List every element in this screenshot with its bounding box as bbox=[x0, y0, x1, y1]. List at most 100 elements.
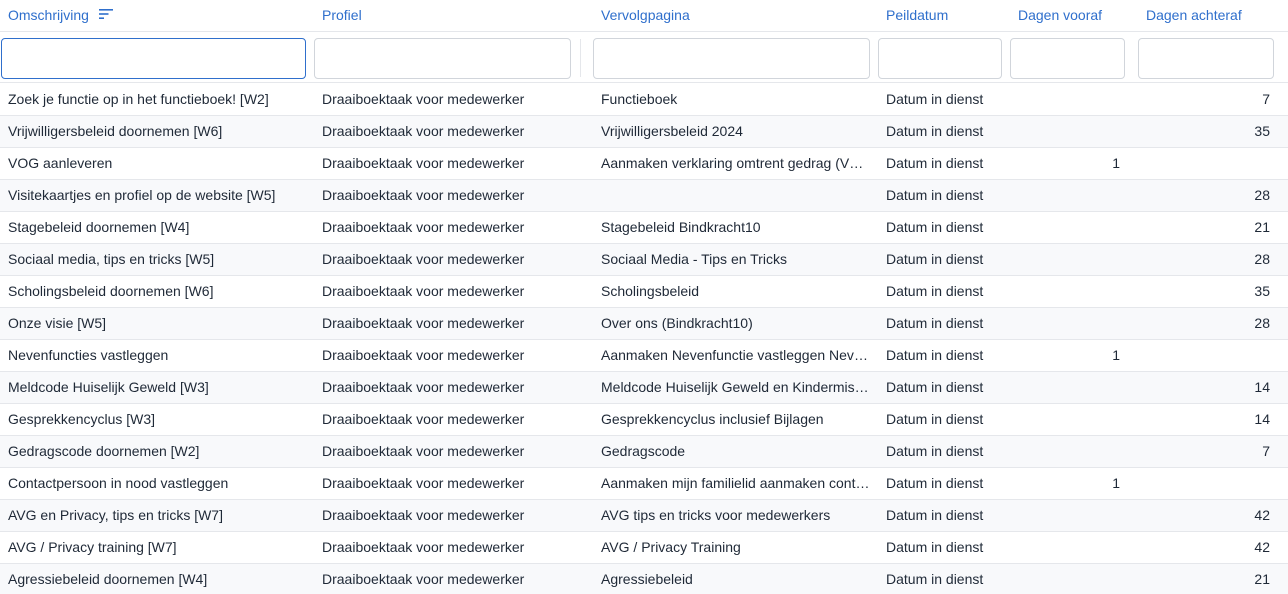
cell-peildatum: Datum in dienst bbox=[886, 347, 984, 363]
filter-input-omschrijving[interactable] bbox=[1, 38, 306, 79]
table-row[interactable]: Zoek je functie op in het functieboek! [… bbox=[0, 84, 1288, 116]
cell-peildatum: Datum in dienst bbox=[886, 123, 984, 139]
cell-peildatum: Datum in dienst bbox=[886, 475, 984, 491]
column-header-profiel[interactable]: Profiel bbox=[322, 0, 362, 32]
cell-vervolgpagina: Agressiebeleid bbox=[601, 571, 693, 587]
cell-dagen-vooraf bbox=[1010, 212, 1120, 243]
cell-dagen-achteraf: 7 bbox=[1262, 91, 1270, 107]
cell-omschrijving: Agressiebeleid doornemen [W4] bbox=[8, 571, 208, 587]
table-row[interactable]: Gedragscode doornemen [W2] Draaiboektaak… bbox=[0, 436, 1288, 468]
cell-vervolgpagina: Stagebeleid Bindkracht10 bbox=[601, 219, 761, 235]
cell-profiel: Draaiboektaak voor medewerker bbox=[322, 571, 525, 587]
cell-vervolgpagina: Meldcode Huiselijk Geweld en Kindermisha… bbox=[601, 379, 871, 395]
cell-dagen-vooraf bbox=[1010, 564, 1120, 594]
table-row[interactable]: AVG / Privacy training [W7] Draaiboektaa… bbox=[0, 532, 1288, 564]
cell-omschrijving: Zoek je functie op in het functieboek! [… bbox=[8, 91, 269, 107]
cell-dagen-achteraf: 28 bbox=[1254, 251, 1270, 267]
table-row[interactable]: Sociaal media, tips en tricks [W5] Draai… bbox=[0, 244, 1288, 276]
cell-profiel: Draaiboektaak voor medewerker bbox=[322, 219, 525, 235]
cell-profiel: Draaiboektaak voor medewerker bbox=[322, 315, 525, 331]
column-header-label: Omschrijving bbox=[8, 7, 89, 23]
cell-vervolgpagina bbox=[601, 180, 871, 211]
cell-dagen-achteraf: 21 bbox=[1254, 571, 1270, 587]
filter-input-dagen-vooraf[interactable] bbox=[1010, 38, 1125, 79]
column-header-vervolgpagina[interactable]: Vervolgpagina bbox=[601, 0, 690, 32]
cell-dagen-achteraf: 14 bbox=[1254, 411, 1270, 427]
cell-dagen-vooraf: 1 bbox=[1112, 347, 1120, 363]
cell-omschrijving: Contactpersoon in nood vastleggen bbox=[8, 475, 229, 491]
filter-input-peildatum[interactable] bbox=[878, 38, 1002, 79]
table-row[interactable]: Gesprekkencyclus [W3] Draaiboektaak voor… bbox=[0, 404, 1288, 436]
column-header-dagen-vooraf[interactable]: Dagen vooraf bbox=[1018, 0, 1102, 32]
filter-input-vervolgpagina[interactable] bbox=[593, 38, 870, 79]
cell-peildatum: Datum in dienst bbox=[886, 219, 984, 235]
cell-dagen-vooraf: 1 bbox=[1112, 155, 1120, 171]
cell-dagen-vooraf: 1 bbox=[1112, 475, 1120, 491]
cell-dagen-achteraf: 42 bbox=[1254, 507, 1270, 523]
cell-omschrijving: Scholingsbeleid doornemen [W6] bbox=[8, 283, 214, 299]
cell-omschrijving: VOG aanleveren bbox=[8, 155, 113, 171]
cell-omschrijving: Vrijwilligersbeleid doornemen [W6] bbox=[8, 123, 223, 139]
filter-row bbox=[0, 33, 1288, 83]
cell-dagen-vooraf bbox=[1010, 404, 1120, 435]
cell-omschrijving: Gedragscode doornemen [W2] bbox=[8, 443, 200, 459]
cell-vervolgpagina: Aanmaken mijn familielid aanmaken contac… bbox=[601, 475, 871, 491]
cell-dagen-vooraf bbox=[1010, 436, 1120, 467]
table-row[interactable]: Meldcode Huiselijk Geweld [W3] Draaiboek… bbox=[0, 372, 1288, 404]
cell-peildatum: Datum in dienst bbox=[886, 571, 984, 587]
cell-vervolgpagina: Over ons (Bindkracht10) bbox=[601, 315, 753, 331]
cell-profiel: Draaiboektaak voor medewerker bbox=[322, 251, 525, 267]
cell-peildatum: Datum in dienst bbox=[886, 411, 984, 427]
column-divider bbox=[580, 39, 581, 77]
cell-profiel: Draaiboektaak voor medewerker bbox=[322, 155, 525, 171]
column-header-omschrijving[interactable]: Omschrijving bbox=[8, 0, 113, 32]
cell-dagen-vooraf bbox=[1010, 500, 1120, 531]
cell-dagen-vooraf bbox=[1010, 116, 1120, 147]
column-header-dagen-achteraf[interactable]: Dagen achteraf bbox=[1146, 0, 1242, 32]
column-header-label: Profiel bbox=[322, 7, 362, 23]
cell-dagen-achteraf bbox=[1140, 468, 1270, 499]
cell-omschrijving: Sociaal media, tips en tricks [W5] bbox=[8, 251, 215, 267]
cell-omschrijving: Nevenfuncties vastleggen bbox=[8, 347, 169, 363]
table-row[interactable]: AVG en Privacy, tips en tricks [W7] Draa… bbox=[0, 500, 1288, 532]
cell-dagen-achteraf: 42 bbox=[1254, 539, 1270, 555]
cell-dagen-achteraf: 14 bbox=[1254, 379, 1270, 395]
cell-vervolgpagina: Functieboek bbox=[601, 91, 678, 107]
cell-profiel: Draaiboektaak voor medewerker bbox=[322, 123, 525, 139]
cell-dagen-vooraf bbox=[1010, 372, 1120, 403]
table-row[interactable]: Stagebeleid doornemen [W4] Draaiboektaak… bbox=[0, 212, 1288, 244]
cell-omschrijving: Stagebeleid doornemen [W4] bbox=[8, 219, 190, 235]
table-row[interactable]: Scholingsbeleid doornemen [W6] Draaiboek… bbox=[0, 276, 1288, 308]
cell-dagen-achteraf: 28 bbox=[1254, 315, 1270, 331]
table-row[interactable]: Onze visie [W5] Draaiboektaak voor medew… bbox=[0, 308, 1288, 340]
cell-profiel: Draaiboektaak voor medewerker bbox=[322, 443, 525, 459]
task-grid: Omschrijving Profiel Vervolgpagina Peild… bbox=[0, 0, 1288, 594]
cell-peildatum: Datum in dienst bbox=[886, 507, 984, 523]
column-header-label: Peildatum bbox=[886, 7, 949, 23]
filter-input-profiel[interactable] bbox=[314, 38, 571, 79]
cell-dagen-achteraf bbox=[1140, 148, 1270, 179]
table-body: Zoek je functie op in het functieboek! [… bbox=[0, 84, 1288, 594]
table-row[interactable]: Nevenfuncties vastleggen Draaiboektaak v… bbox=[0, 340, 1288, 372]
cell-vervolgpagina: Aanmaken Nevenfunctie vastleggen Nevenfu… bbox=[601, 347, 871, 363]
table-row[interactable]: Vrijwilligersbeleid doornemen [W6] Draai… bbox=[0, 116, 1288, 148]
cell-vervolgpagina: AVG / Privacy Training bbox=[601, 539, 741, 555]
cell-dagen-achteraf: 28 bbox=[1254, 187, 1270, 203]
table-row[interactable]: Visitekaartjes en profiel op de website … bbox=[0, 180, 1288, 212]
cell-vervolgpagina: Scholingsbeleid bbox=[601, 283, 700, 299]
table-row[interactable]: Contactpersoon in nood vastleggen Draaib… bbox=[0, 468, 1288, 500]
cell-dagen-vooraf bbox=[1010, 84, 1120, 115]
cell-profiel: Draaiboektaak voor medewerker bbox=[322, 91, 525, 107]
sort-icon[interactable] bbox=[98, 8, 113, 20]
cell-profiel: Draaiboektaak voor medewerker bbox=[322, 507, 525, 523]
cell-profiel: Draaiboektaak voor medewerker bbox=[322, 411, 525, 427]
cell-peildatum: Datum in dienst bbox=[886, 315, 984, 331]
cell-peildatum: Datum in dienst bbox=[886, 91, 984, 107]
cell-peildatum: Datum in dienst bbox=[886, 283, 984, 299]
table-row[interactable]: VOG aanleveren Draaiboektaak voor medewe… bbox=[0, 148, 1288, 180]
cell-profiel: Draaiboektaak voor medewerker bbox=[322, 187, 525, 203]
table-row[interactable]: Agressiebeleid doornemen [W4] Draaiboekt… bbox=[0, 564, 1288, 594]
cell-dagen-achteraf: 35 bbox=[1254, 283, 1270, 299]
column-header-peildatum[interactable]: Peildatum bbox=[886, 0, 948, 32]
filter-input-dagen-achteraf[interactable] bbox=[1138, 38, 1274, 79]
